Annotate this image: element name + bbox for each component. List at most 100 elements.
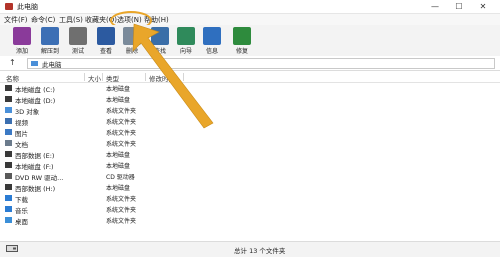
item-type: 系统文件夹	[106, 141, 137, 148]
status-bar: 总计 13 个文件夹	[0, 241, 500, 257]
drive-status-icon	[6, 245, 18, 252]
list-item[interactable]: 西部数据 (H:) 本地磁盘	[0, 183, 500, 193]
item-name: 本地磁盘 (C:)	[15, 86, 55, 94]
item-type: 系统文件夹	[106, 196, 137, 203]
list-item[interactable]: 西部数据 (E:) 本地磁盘	[0, 150, 500, 160]
view-label: 查看	[99, 48, 112, 55]
col-modified[interactable]: 修改时间	[149, 73, 175, 83]
menu-commands[interactable]: 命令(C)	[31, 15, 55, 25]
item-name: 下载	[15, 196, 28, 204]
info-button[interactable]: 信息	[198, 27, 226, 55]
desktop-icon	[5, 217, 12, 223]
list-item[interactable]: 视频 系统文件夹	[0, 117, 500, 127]
list-item[interactable]: 桌面 系统文件夹	[0, 216, 500, 226]
item-name: 西部数据 (E:)	[15, 152, 55, 160]
title-bar: 此电脑 — ☐ ✕	[0, 0, 500, 14]
col-size[interactable]: 大小	[88, 73, 101, 83]
list-item[interactable]: 文档 系统文件夹	[0, 139, 500, 149]
music-icon	[5, 206, 12, 212]
list-item[interactable]: 本地磁盘 (F:) 本地磁盘	[0, 161, 500, 171]
repair-icon	[233, 27, 251, 45]
address-bar: ↑ 此电脑	[0, 56, 500, 71]
info-label: 信息	[205, 48, 218, 55]
menu-bar: 文件(F) 命令(C) 工具(S) 收藏夹(O) 选项(N) 帮助(H)	[0, 14, 500, 25]
test-button[interactable]: 测试	[64, 27, 92, 55]
toolbar: 添加 解压到 测试 查看 删除 查找 向导 信息 修复	[0, 25, 500, 57]
col-divider[interactable]	[145, 73, 146, 81]
downloads-icon	[5, 195, 12, 201]
list-item[interactable]: 3D 对象 系统文件夹	[0, 106, 500, 116]
item-type: 系统文件夹	[106, 119, 137, 126]
pictures-icon	[5, 129, 12, 135]
col-type[interactable]: 类型	[106, 73, 119, 83]
item-type: 本地磁盘	[106, 163, 131, 170]
col-divider[interactable]	[84, 73, 85, 81]
menu-tools[interactable]: 工具(S)	[59, 15, 83, 25]
test-label: 测试	[71, 48, 84, 55]
videos-icon	[5, 118, 12, 124]
item-name: 西部数据 (H:)	[15, 185, 56, 193]
list-item[interactable]: 本地磁盘 (D:) 本地磁盘	[0, 95, 500, 105]
drive-icon	[5, 96, 12, 102]
item-name: 图片	[15, 130, 28, 138]
info-icon	[203, 27, 221, 45]
item-name: 视频	[15, 119, 28, 127]
extract-to-icon	[41, 27, 59, 45]
maximize-button[interactable]: ☐	[448, 0, 470, 13]
repair-button[interactable]: 修复	[228, 27, 256, 55]
test-icon	[69, 27, 87, 45]
item-type: 系统文件夹	[106, 130, 137, 137]
file-list: 本地磁盘 (C:) 本地磁盘 本地磁盘 (D:) 本地磁盘 3D 对象 系统文件夹 视…	[0, 84, 500, 240]
item-type: 系统文件夹	[106, 108, 137, 115]
find-button[interactable]: 查找	[146, 27, 174, 55]
item-name: 文档	[15, 141, 28, 149]
col-divider[interactable]	[102, 73, 103, 81]
close-button[interactable]: ✕	[472, 0, 494, 13]
minimize-button[interactable]: —	[424, 0, 446, 13]
col-divider[interactable]	[183, 73, 184, 81]
3d-objects-icon	[5, 107, 12, 113]
path-field[interactable]: 此电脑	[27, 58, 495, 69]
item-type: 本地磁盘	[106, 152, 131, 159]
path-text: 此电脑	[42, 61, 62, 69]
wizard-button[interactable]: 向导	[172, 27, 200, 55]
item-name: 本地磁盘 (F:)	[15, 163, 54, 171]
item-name: 桌面	[15, 218, 28, 226]
drive-icon	[5, 151, 12, 157]
drive-icon	[5, 162, 12, 168]
repair-label: 修复	[235, 48, 248, 55]
find-label: 查找	[153, 48, 166, 55]
menu-file[interactable]: 文件(F)	[4, 15, 28, 25]
list-item[interactable]: 音乐 系统文件夹	[0, 205, 500, 215]
item-type: 系统文件夹	[106, 218, 137, 225]
list-item[interactable]: 图片 系统文件夹	[0, 128, 500, 138]
item-type: 本地磁盘	[106, 185, 131, 192]
drive-icon	[5, 184, 12, 190]
winrar-app-icon	[5, 3, 13, 10]
item-name: DVD RW 驱动...	[15, 174, 64, 182]
drive-icon	[5, 85, 12, 91]
delete-button[interactable]: 删除	[118, 27, 146, 55]
delete-label: 删除	[125, 48, 138, 55]
item-name: 本地磁盘 (D:)	[15, 97, 56, 105]
wizard-label: 向导	[179, 48, 192, 55]
dvd-drive-icon	[5, 173, 12, 179]
view-button[interactable]: 查看	[92, 27, 120, 55]
delete-icon	[123, 27, 141, 45]
add-button[interactable]: 添加	[8, 27, 36, 55]
extract-to-button[interactable]: 解压到	[36, 27, 64, 55]
item-name: 音乐	[15, 207, 28, 215]
extract-to-label: 解压到	[40, 48, 59, 55]
status-text: 总计 13 个文件夹	[234, 247, 286, 255]
up-arrow-icon[interactable]: ↑	[9, 58, 16, 67]
item-type: CD 驱动器	[106, 174, 135, 181]
list-item[interactable]: 本地磁盘 (C:) 本地磁盘	[0, 84, 500, 94]
view-icon	[97, 27, 115, 45]
item-type: 本地磁盘	[106, 97, 131, 104]
col-name[interactable]: 名称	[6, 73, 19, 83]
documents-icon	[5, 140, 12, 146]
list-item[interactable]: 下载 系统文件夹	[0, 194, 500, 204]
add-archive-icon	[13, 27, 31, 45]
add-label: 添加	[15, 48, 28, 55]
list-item[interactable]: DVD RW 驱动... CD 驱动器	[0, 172, 500, 182]
